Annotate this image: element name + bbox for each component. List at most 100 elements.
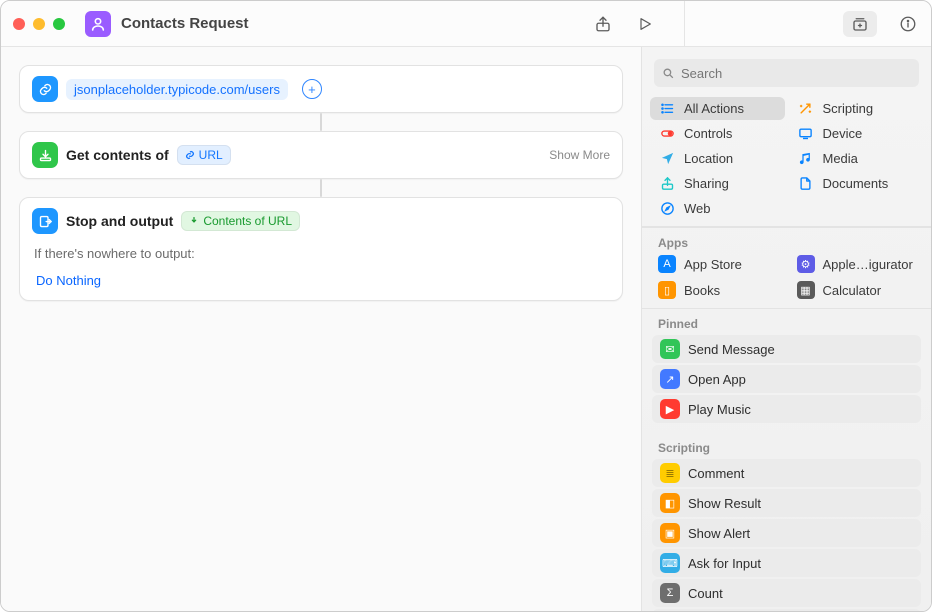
share-button[interactable] bbox=[592, 13, 614, 35]
do-nothing-option[interactable]: Do Nothing bbox=[32, 271, 610, 290]
add-url-button[interactable]: + bbox=[302, 79, 322, 99]
action-label: Ask for Input bbox=[688, 556, 761, 571]
action-count[interactable]: Σ Count bbox=[652, 579, 921, 607]
category-label: Web bbox=[684, 201, 711, 216]
action-icon: ≣ bbox=[660, 463, 680, 483]
category-label: Scripting bbox=[823, 101, 874, 116]
app-label: App Store bbox=[684, 257, 742, 272]
app-books[interactable]: ▯ Books bbox=[650, 278, 785, 302]
doc-icon bbox=[797, 176, 815, 191]
action-icon: ◧ bbox=[660, 493, 680, 513]
window-title: Contacts Request bbox=[121, 15, 249, 32]
download-icon bbox=[32, 142, 58, 168]
app-label: Apple…igurator bbox=[823, 257, 913, 272]
category-media[interactable]: Media bbox=[789, 147, 924, 170]
action-icon: ✉ bbox=[660, 339, 680, 359]
workflow-canvas[interactable]: jsonplaceholder.typicode.com/users + Get… bbox=[1, 47, 641, 611]
action-show-result[interactable]: ◧ Show Result bbox=[652, 489, 921, 517]
category-controls[interactable]: Controls bbox=[650, 122, 785, 145]
action-label: Play Music bbox=[688, 402, 751, 417]
action-label: Show Alert bbox=[688, 526, 750, 541]
category-all-actions[interactable]: All Actions bbox=[650, 97, 785, 120]
stop-output-title: Stop and output bbox=[66, 213, 173, 229]
action-label: Comment bbox=[688, 466, 744, 481]
zoom-window-button[interactable] bbox=[53, 18, 65, 30]
library-sidebar: All Actions Scripting Controls Device Locati… bbox=[641, 47, 931, 611]
action-comment[interactable]: ≣ Comment bbox=[652, 459, 921, 487]
action-open-app[interactable]: ↗Open App bbox=[652, 365, 921, 393]
shortcuts-editor-window: Contacts Request bbox=[0, 0, 932, 612]
url-value[interactable]: jsonplaceholder.typicode.com/users bbox=[66, 79, 288, 100]
get-contents-title: Get contents of bbox=[66, 147, 169, 163]
search-field[interactable] bbox=[654, 59, 919, 87]
connector-line bbox=[19, 113, 623, 131]
app-icon: ▯ bbox=[658, 281, 676, 299]
category-web[interactable]: Web bbox=[650, 197, 785, 220]
apps-section: Apps A App Store ⚙ Apple…igurator ▯ Books ▦ Cal… bbox=[642, 227, 931, 309]
app-apple-igurator[interactable]: ⚙ Apple…igurator bbox=[789, 252, 924, 276]
info-button[interactable] bbox=[897, 13, 919, 35]
search-icon bbox=[662, 67, 675, 80]
action-icon: Σ bbox=[660, 583, 680, 603]
action-label: Count bbox=[688, 586, 723, 601]
scripting-header: Scripting bbox=[642, 433, 931, 457]
pinned-list: ✉Send Message↗Open App▶Play Music bbox=[642, 335, 931, 423]
list-icon bbox=[658, 101, 676, 116]
compass-icon bbox=[658, 201, 676, 216]
action-icon: ⌨ bbox=[660, 553, 680, 573]
app-icon: A bbox=[658, 255, 676, 273]
window-controls bbox=[13, 18, 65, 30]
apps-header: Apps bbox=[642, 228, 931, 252]
get-contents-action-card[interactable]: Get contents of URL Show More bbox=[19, 131, 623, 179]
category-scripting[interactable]: Scripting bbox=[789, 97, 924, 120]
category-documents[interactable]: Documents bbox=[789, 172, 924, 195]
url-action-card[interactable]: jsonplaceholder.typicode.com/users + bbox=[19, 65, 623, 113]
search-input[interactable] bbox=[681, 66, 911, 81]
minimize-window-button[interactable] bbox=[33, 18, 45, 30]
wand-icon bbox=[797, 101, 815, 116]
action-show-alert[interactable]: ▣Show Alert bbox=[652, 519, 921, 547]
close-window-button[interactable] bbox=[13, 18, 25, 30]
app-icon: ⚙ bbox=[797, 255, 815, 273]
device-icon bbox=[797, 126, 815, 141]
action-label: Open App bbox=[688, 372, 746, 387]
stop-output-action-card[interactable]: Stop and output Contents of URL If there… bbox=[19, 197, 623, 301]
app-label: Books bbox=[684, 283, 720, 298]
app-calculator[interactable]: ▦ Calculator bbox=[789, 278, 924, 302]
contents-variable-pill[interactable]: Contents of URL bbox=[181, 211, 300, 231]
category-label: Media bbox=[823, 151, 858, 166]
apps-grid: A App Store ⚙ Apple…igurator ▯ Books ▦ Calculat… bbox=[642, 252, 931, 308]
nav-icon bbox=[658, 151, 676, 166]
action-play-music[interactable]: ▶Play Music bbox=[652, 395, 921, 423]
action-label: Show Result bbox=[688, 496, 761, 511]
actions-scroll[interactable]: Pinned ✉Send Message↗Open App▶Play Music… bbox=[642, 309, 931, 611]
action-ask-for-input[interactable]: ⌨ Ask for Input bbox=[652, 549, 921, 577]
note-icon bbox=[797, 151, 815, 166]
category-label: Sharing bbox=[684, 176, 729, 191]
url-variable-label: URL bbox=[199, 148, 223, 162]
app-icon: ▦ bbox=[797, 281, 815, 299]
category-label: Documents bbox=[823, 176, 889, 191]
category-sharing[interactable]: Sharing bbox=[650, 172, 785, 195]
category-device[interactable]: Device bbox=[789, 122, 924, 145]
action-choose-from-menu[interactable]: ☰Choose from Menu bbox=[652, 609, 921, 611]
show-more-button[interactable]: Show More bbox=[549, 148, 610, 162]
category-label: Controls bbox=[684, 126, 732, 141]
connector-line bbox=[19, 179, 623, 197]
category-location[interactable]: Location bbox=[650, 147, 785, 170]
category-label: Location bbox=[684, 151, 733, 166]
titlebar-right bbox=[592, 11, 919, 37]
shortcut-icon bbox=[85, 11, 111, 37]
toggle-icon bbox=[658, 126, 676, 141]
scripting-list: ≣ Comment ◧ Show Result ▣Show Alert ⌨ Ask for … bbox=[642, 459, 931, 611]
link-icon bbox=[32, 76, 58, 102]
run-button[interactable] bbox=[634, 13, 656, 35]
library-toggle-button[interactable] bbox=[843, 11, 877, 37]
app-label: Calculator bbox=[823, 283, 882, 298]
pinned-header: Pinned bbox=[642, 309, 931, 333]
app-app-store[interactable]: A App Store bbox=[650, 252, 785, 276]
action-send-message[interactable]: ✉Send Message bbox=[652, 335, 921, 363]
titlebar-separator bbox=[684, 1, 685, 47]
url-variable-pill[interactable]: URL bbox=[177, 145, 231, 165]
category-grid: All Actions Scripting Controls Device Locati… bbox=[642, 95, 931, 227]
